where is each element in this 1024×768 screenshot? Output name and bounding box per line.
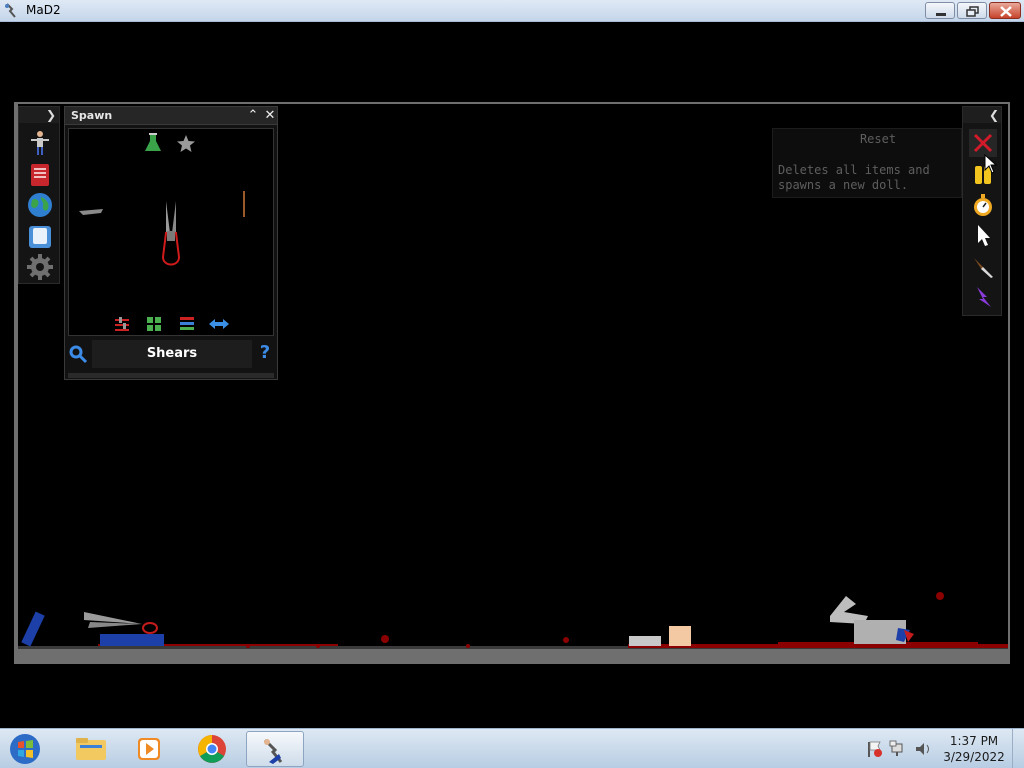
gray-block[interactable] — [629, 636, 661, 646]
network-icon[interactable] — [889, 740, 903, 756]
expand-chevron-icon[interactable]: ❯ — [44, 108, 58, 122]
taskbar-clock[interactable]: 1:37 PM 3/29/2022 — [938, 733, 1010, 765]
mad2-app-icon — [263, 738, 283, 764]
window-title: MaD2 — [26, 3, 61, 17]
star-icon[interactable] — [177, 135, 195, 152]
shears-preview[interactable] — [161, 201, 181, 266]
minimize-button[interactable] — [925, 2, 955, 19]
restore-button[interactable] — [957, 2, 987, 19]
tooltip-body: Deletes all items and spawns a new doll. — [778, 163, 930, 192]
grid-icon[interactable] — [147, 317, 161, 331]
mouse-cursor-icon — [984, 154, 998, 174]
ragdoll-body[interactable] — [830, 596, 914, 644]
explorer-icon — [76, 738, 106, 760]
media-player-taskbar-button[interactable] — [122, 731, 178, 767]
clock-time: 1:37 PM — [949, 734, 999, 748]
help-icon[interactable]: ? — [256, 342, 274, 364]
right-toolbar-header: ❮ — [963, 107, 1001, 123]
lightning-icon[interactable] — [969, 283, 997, 311]
gear-icon[interactable] — [26, 253, 54, 281]
window-title-bar: MaD2 — [0, 0, 1024, 22]
taskbar: 1:37 PM 3/29/2022 — [0, 728, 1024, 768]
right-toolbar: ❮ — [962, 106, 1002, 316]
search-icon[interactable] — [68, 344, 88, 364]
action-center-flag-icon[interactable] — [868, 741, 882, 757]
stopwatch-icon[interactable] — [969, 191, 997, 219]
spawn-panel-title: Spawn — [71, 109, 113, 122]
swap-arrows-icon[interactable] — [209, 319, 229, 329]
reset-x-icon[interactable] — [969, 129, 997, 157]
system-tray — [868, 740, 929, 757]
list-icon[interactable] — [180, 317, 194, 330]
knife-item[interactable] — [79, 209, 103, 215]
tooltip-title: Reset — [859, 132, 897, 146]
item-name-field[interactable]: Shears — [92, 340, 252, 368]
knife-icon[interactable] — [969, 253, 997, 281]
arena-scene — [18, 592, 1008, 649]
close-window-button[interactable] — [989, 2, 1021, 19]
close-panel-icon[interactable]: ✕ — [262, 108, 278, 124]
clock-date: 3/29/2022 — [943, 750, 1005, 764]
left-toolbar: ❯ — [18, 106, 60, 284]
save-icon[interactable] — [26, 223, 54, 251]
show-desktop-button[interactable] — [1012, 729, 1024, 768]
reset-tooltip: Reset Deletes all items and spawns a new… — [772, 128, 962, 198]
spawn-search-row: Shears ? — [68, 340, 274, 368]
collapse-chevron-icon[interactable]: ⌃ — [245, 108, 261, 124]
left-toolbar-header: ❯ — [19, 107, 59, 123]
ragdoll-icon[interactable] — [26, 129, 54, 157]
screen: MaD2 ❯ Spawn ⌃ ✕ Shears ? Reset Deletes … — [0, 0, 1024, 768]
media-player-icon — [138, 738, 160, 760]
chrome-taskbar-button[interactable] — [184, 731, 240, 767]
mad2-app-icon — [5, 3, 16, 18]
shears-item[interactable] — [84, 612, 164, 646]
flask-icon[interactable] — [145, 133, 161, 151]
stick-item[interactable] — [243, 191, 245, 217]
globe-icon[interactable] — [26, 191, 54, 219]
spawn-items — [79, 133, 245, 331]
blue-block[interactable] — [21, 611, 45, 647]
doll-head[interactable] — [669, 626, 691, 646]
volume-icon[interactable] — [916, 743, 929, 755]
spawn-preview-area — [68, 128, 274, 336]
spawn-panel-footer — [68, 373, 274, 378]
mad2-taskbar-button[interactable] — [246, 731, 304, 767]
spawn-panel-header[interactable]: Spawn ⌃ ✕ — [65, 107, 277, 125]
explorer-taskbar-button[interactable] — [62, 731, 118, 767]
collapse-left-chevron-icon[interactable]: ❮ — [988, 108, 1000, 122]
chrome-icon — [198, 735, 226, 763]
cursor-icon[interactable] — [969, 221, 997, 249]
windows-start-icon[interactable] — [6, 732, 44, 766]
spawn-panel: Spawn ⌃ ✕ Shears ? — [64, 106, 278, 380]
book-icon[interactable] — [26, 161, 54, 189]
sliders-icon[interactable] — [115, 317, 129, 331]
